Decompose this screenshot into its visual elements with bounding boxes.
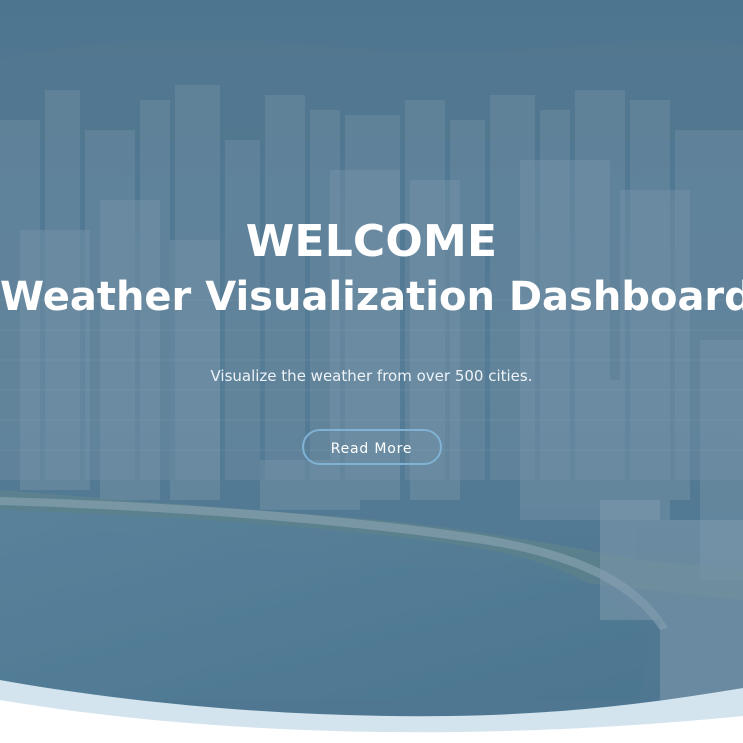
hero-subtitle: Visualize the weather from over 500 citi… (210, 367, 533, 385)
read-more-button[interactable]: Read More (301, 429, 442, 465)
hero-content: WELCOME Weather Visualization Dashboard … (0, 215, 743, 465)
dashboard-title: Weather Visualization Dashboard (0, 274, 743, 320)
welcome-heading: WELCOME (245, 216, 498, 267)
hero-section: WELCOME Weather Visualization Dashboard … (0, 0, 743, 743)
